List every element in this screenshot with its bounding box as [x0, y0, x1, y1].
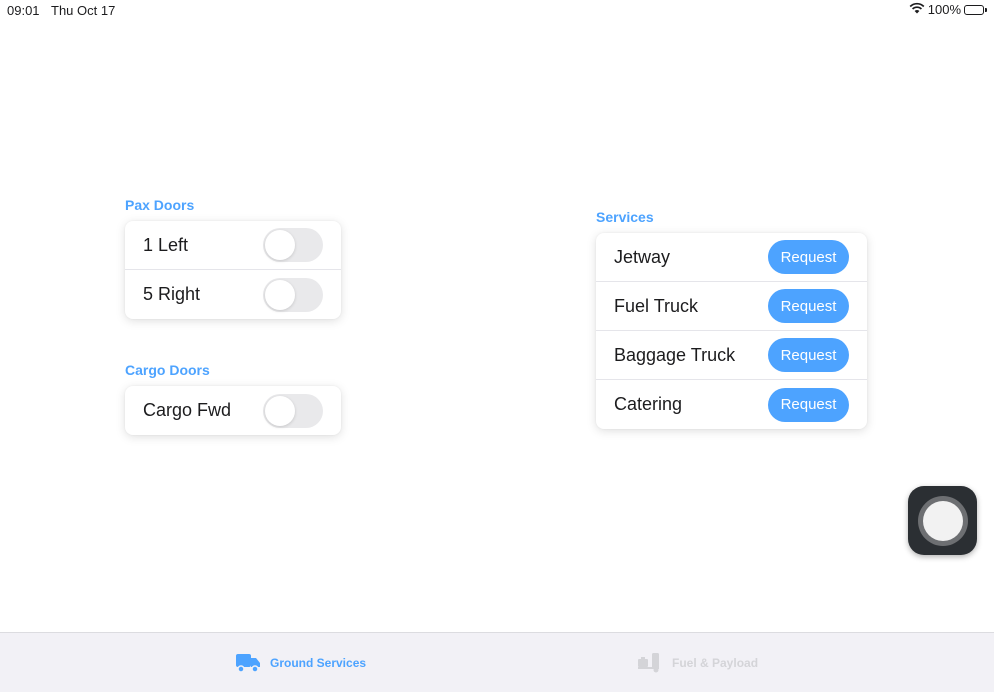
wifi-icon	[909, 2, 925, 17]
door-toggle-1-left[interactable]	[263, 228, 323, 262]
cargo-door-row-fwd: Cargo Fwd	[125, 386, 341, 435]
tab-label: Ground Services	[270, 656, 367, 670]
tab-bar: Ground Services Fuel & Payload	[0, 632, 994, 692]
pax-door-row-1-left: 1 Left	[125, 221, 341, 270]
door-toggle-5-right[interactable]	[263, 277, 323, 312]
services-title: Services	[596, 209, 654, 225]
service-row-baggage-truck: Baggage Truck Request	[596, 331, 867, 380]
service-row-catering: Catering Request	[596, 380, 867, 429]
service-row-fuel-truck: Fuel Truck Request	[596, 282, 867, 331]
service-label: Jetway	[614, 246, 671, 267]
door-toggle-cargo-fwd[interactable]	[263, 393, 323, 428]
battery-icon	[964, 4, 987, 15]
request-jetway-button[interactable]: Request	[768, 240, 849, 274]
status-bar: 09:01 Thu Oct 17 100%	[0, 0, 994, 20]
request-fuel-truck-button[interactable]: Request	[768, 289, 849, 323]
tab-label: Fuel & Payload	[672, 656, 759, 670]
tab-fuel-payload[interactable]: Fuel & Payload	[638, 653, 758, 673]
door-label: Cargo Fwd	[143, 400, 232, 420]
request-catering-button[interactable]: Request	[768, 387, 849, 422]
door-label: 1 Left	[143, 234, 189, 255]
battery-percent: 100%	[927, 2, 961, 17]
pax-doors-card: 1 Left 5 Right	[125, 221, 341, 319]
status-indicators: 100%	[909, 2, 987, 17]
truck-icon	[236, 653, 261, 673]
service-label: Fuel Truck	[614, 295, 699, 316]
pax-doors-title: Pax Doors	[125, 197, 195, 213]
toggle-knob	[265, 279, 295, 310]
assistive-touch-button[interactable]	[908, 486, 977, 555]
service-row-jetway: Jetway Request	[596, 233, 867, 282]
hand-truck-icon	[638, 653, 663, 673]
toggle-knob	[265, 395, 295, 426]
cargo-doors-card: Cargo Fwd	[125, 386, 341, 435]
door-label: 5 Right	[143, 284, 201, 304]
tab-ground-services[interactable]: Ground Services	[236, 653, 366, 673]
screen: 09:01 Thu Oct 17 100% Pax Doors 1 Left 5…	[0, 0, 994, 692]
assistive-touch-icon	[917, 495, 968, 546]
pax-door-row-5-right: 5 Right	[125, 270, 341, 319]
cargo-doors-title: Cargo Doors	[125, 362, 210, 378]
status-date: Thu Oct 17	[51, 3, 116, 18]
status-time: 09:01	[7, 3, 40, 18]
service-label: Catering	[614, 394, 683, 414]
services-card: Jetway Request Fuel Truck Request Baggag…	[596, 233, 867, 429]
request-baggage-truck-button[interactable]: Request	[768, 338, 849, 372]
service-label: Baggage Truck	[614, 344, 736, 365]
toggle-knob	[265, 230, 295, 260]
